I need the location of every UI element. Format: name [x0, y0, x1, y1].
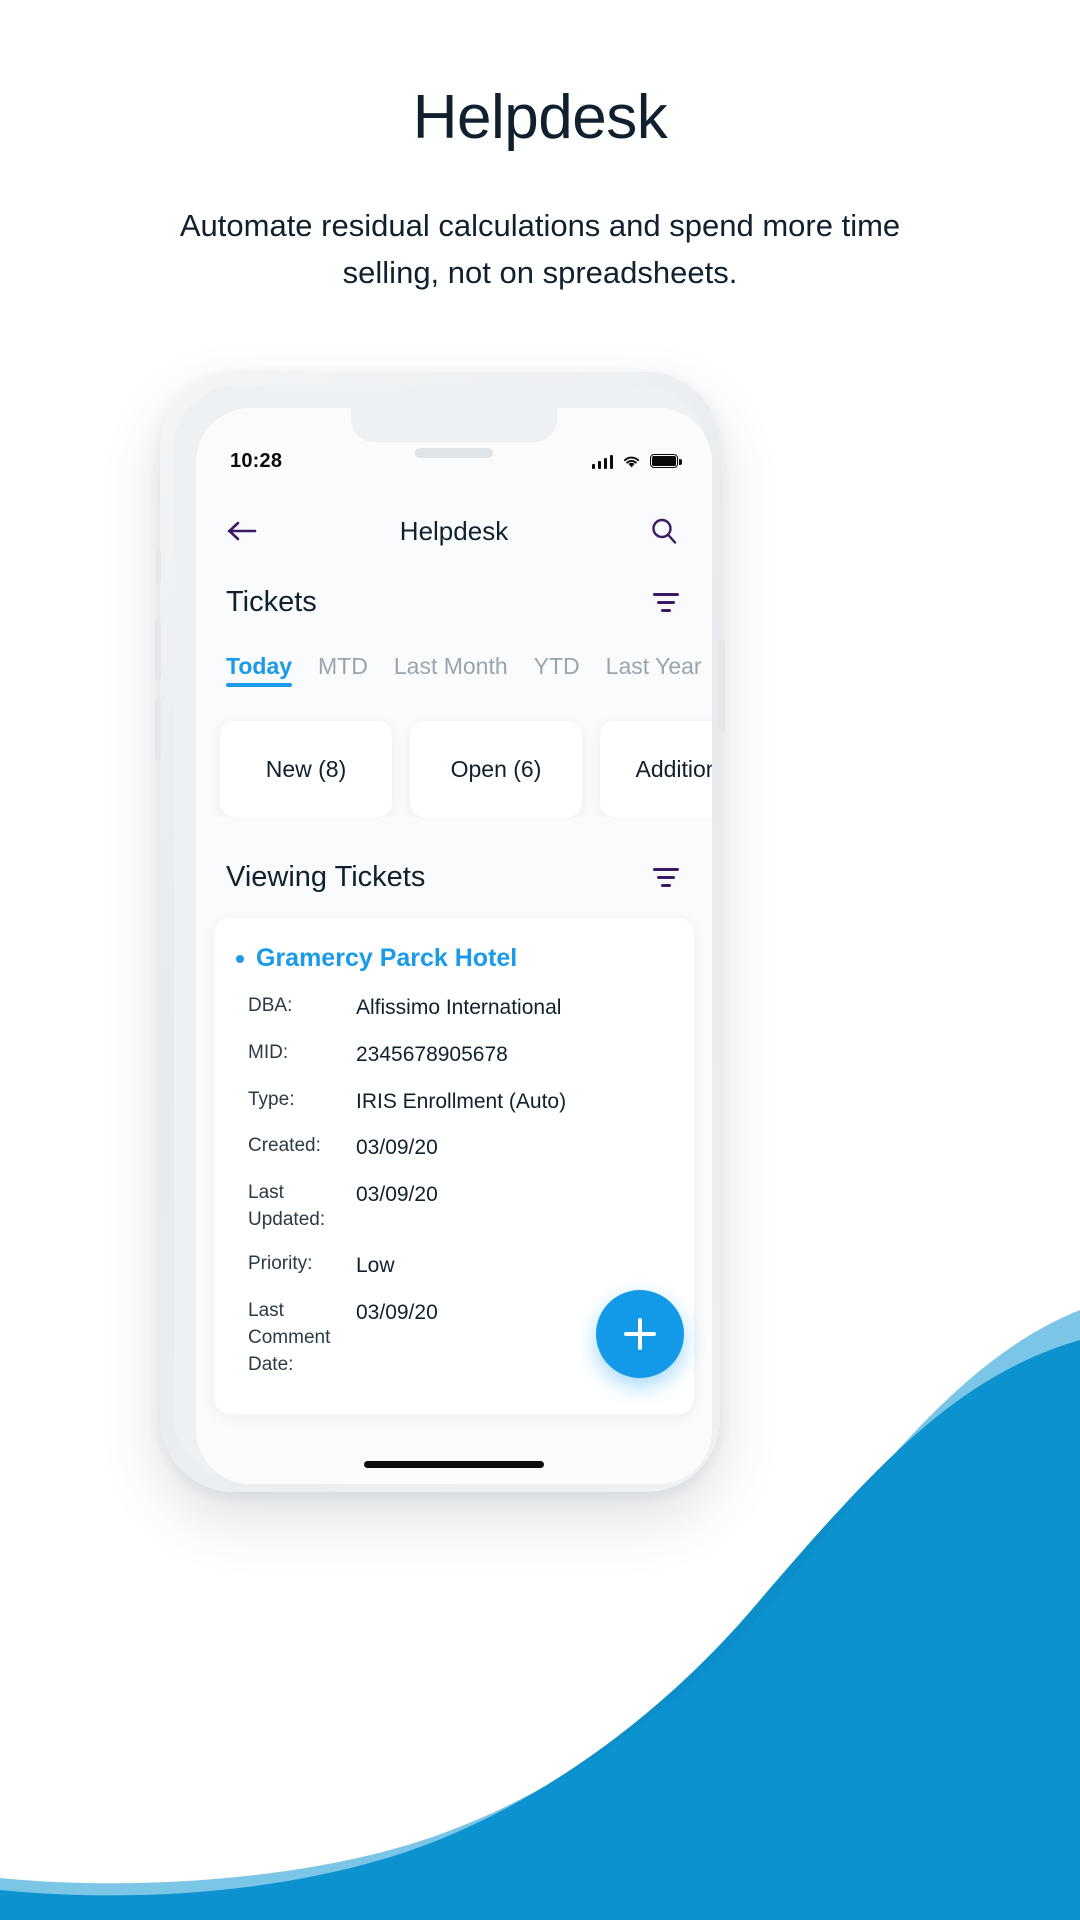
tab-mtd[interactable]: MTD	[318, 653, 368, 687]
ticket-field-created: Created: 03/09/20	[236, 1133, 668, 1163]
ticket-merchant-name[interactable]: Gramercy Parck Hotel	[256, 944, 517, 973]
field-value: Low	[356, 1254, 395, 1278]
stat-card-open[interactable]: Open (6)	[410, 721, 582, 817]
hero-block: Helpdesk Automate residual calculations …	[0, 0, 1080, 296]
bullet-icon	[236, 955, 244, 963]
period-tabs: Today MTD Last Month YTD Last Year	[196, 619, 712, 687]
phone-mockup: 10:28 Helpdesk Tickets Today MTD Last Mo…	[155, 372, 725, 1492]
phone-screen: 10:28 Helpdesk Tickets Today MTD Last Mo…	[196, 408, 712, 1484]
marketing-page: Helpdesk Automate residual calculations …	[0, 0, 1080, 1920]
page-subtitle: Automate residual calculations and spend…	[179, 208, 901, 290]
volume-down-button	[155, 698, 161, 760]
field-label: Priority:	[248, 1253, 313, 1275]
ticket-field-mid: MID: 2345678905678	[236, 1040, 668, 1070]
silence-switch	[156, 550, 161, 584]
field-value: 03/09/20	[356, 1136, 438, 1160]
stat-card-additional[interactable]: Additional	[600, 721, 712, 817]
viewing-section-header: Viewing Tickets	[196, 817, 712, 894]
cellular-signal-icon	[591, 454, 613, 469]
nav-title: Helpdesk	[399, 515, 509, 546]
field-label: Created:	[248, 1135, 321, 1157]
phone-bezel: 10:28 Helpdesk Tickets Today MTD Last Mo…	[174, 386, 712, 1484]
field-value: Alfissimo International	[356, 996, 562, 1019]
tab-last-year[interactable]: Last Year	[606, 653, 702, 687]
search-icon	[652, 518, 677, 544]
field-label: Last Comment Date:	[248, 1300, 331, 1375]
phone-notch	[351, 408, 557, 442]
field-value: 2345678905678	[356, 1042, 508, 1066]
ticket-field-type: Type: IRIS Enrollment (Auto)	[236, 1087, 668, 1117]
viewing-filter-icon[interactable]	[650, 865, 682, 891]
ticket-field-priority: Priority: Low	[236, 1251, 668, 1281]
field-value: IRIS Enrollment (Auto)	[356, 1089, 567, 1113]
power-button	[719, 640, 725, 732]
status-time: 10:28	[230, 449, 283, 472]
search-button[interactable]	[642, 509, 686, 553]
tickets-section-header: Tickets	[196, 568, 712, 619]
plus-icon	[624, 1318, 656, 1350]
tab-last-month[interactable]: Last Month	[394, 653, 508, 687]
tickets-filter-icon[interactable]	[650, 590, 682, 616]
ticket-merchant-name-row: Gramercy Parck Hotel	[236, 944, 668, 973]
status-icons	[591, 454, 682, 469]
home-indicator	[364, 1461, 544, 1468]
field-label: Last Updated:	[248, 1182, 326, 1231]
add-ticket-fab[interactable]	[596, 1290, 684, 1378]
ticket-field-last-updated: Last Updated: 03/09/20	[236, 1180, 668, 1234]
app-nav-bar: Helpdesk	[196, 494, 712, 568]
status-bar: 10:28	[196, 442, 712, 480]
wifi-icon	[623, 456, 640, 467]
volume-up-button	[155, 618, 161, 680]
field-label: Type:	[248, 1088, 295, 1110]
viewing-tickets-title: Viewing Tickets	[226, 861, 426, 893]
field-label: MID:	[248, 1041, 289, 1063]
field-value: 03/09/20	[356, 1183, 438, 1207]
tab-today[interactable]: Today	[226, 653, 293, 687]
page-title: Helpdesk	[412, 83, 668, 152]
ticket-field-dba: DBA: Alfissimo International	[236, 993, 668, 1023]
tab-ytd[interactable]: YTD	[534, 653, 580, 687]
stat-card-new[interactable]: New (8)	[220, 721, 392, 817]
battery-full-icon	[650, 454, 682, 468]
stat-card-row: New (8) Open (6) Additional	[196, 687, 712, 817]
field-value: 03/09/20	[356, 1301, 438, 1324]
tickets-title: Tickets	[226, 586, 317, 618]
field-label: DBA:	[248, 995, 293, 1016]
